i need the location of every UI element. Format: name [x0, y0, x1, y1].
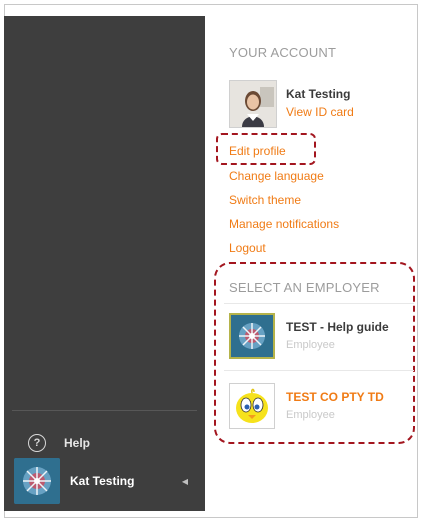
employer-logo-icon — [14, 458, 60, 504]
help-icon: ? — [28, 434, 46, 452]
employer-item-role: Employee — [286, 409, 335, 421]
user-avatar — [229, 80, 277, 128]
account-heading: YOUR ACCOUNT — [229, 45, 337, 60]
manage-notifications-link[interactable]: Manage notifications — [229, 217, 339, 231]
switch-theme-link[interactable]: Switch theme — [229, 193, 301, 207]
account-user-name: Kat Testing — [286, 87, 351, 101]
employer-heading: SELECT AN EMPLOYER — [229, 280, 380, 295]
edit-profile-link[interactable]: Edit profile — [229, 144, 286, 158]
employer-divider — [224, 370, 414, 371]
help-button[interactable]: ? Help — [28, 434, 90, 452]
employer-item-logo-icon[interactable] — [229, 383, 275, 429]
view-id-card-link[interactable]: View ID card — [286, 105, 354, 119]
sidebar-user-name: Kat Testing — [70, 474, 135, 488]
employer-item-name[interactable]: TEST - Help guide — [286, 320, 389, 334]
sidebar-user-toggle[interactable]: Kat Testing ◀ — [14, 457, 202, 505]
employer-item-role: Employee — [286, 339, 335, 351]
sidebar: ? Help Kat Testing ◀ — [4, 16, 205, 511]
employer-item-logo-icon[interactable] — [229, 313, 275, 359]
help-label: Help — [64, 436, 91, 450]
logout-link[interactable]: Logout — [229, 241, 266, 255]
change-language-link[interactable]: Change language — [229, 169, 324, 183]
employer-item-name[interactable]: TEST CO PTY TD — [286, 390, 384, 404]
employer-divider — [224, 303, 414, 304]
sidebar-divider — [12, 410, 197, 411]
collapse-caret-icon: ◀ — [181, 476, 188, 486]
